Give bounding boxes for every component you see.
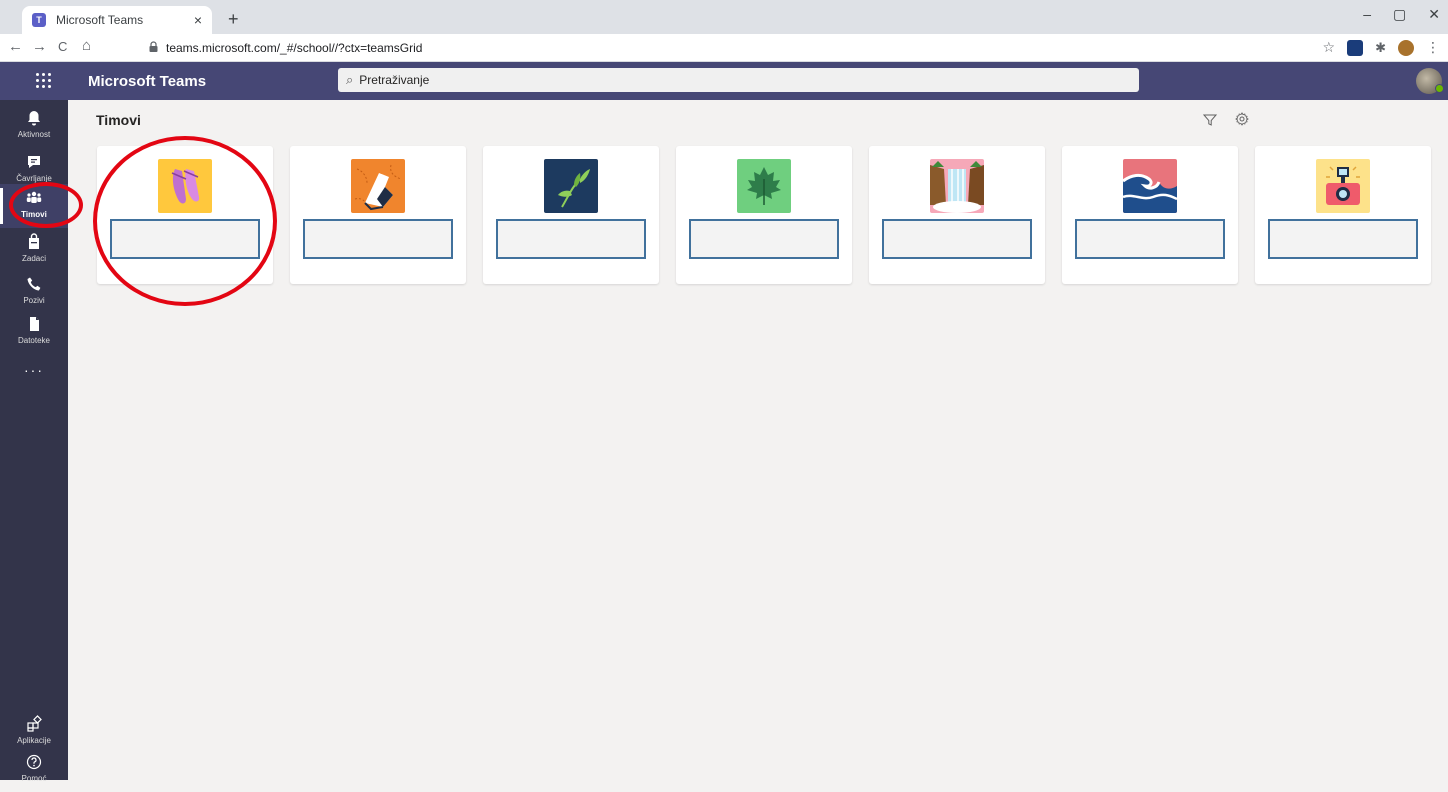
rail-item-label: Datoteke bbox=[17, 336, 51, 345]
app-title: Microsoft Teams bbox=[88, 73, 207, 90]
search-box[interactable]: ⌕ bbox=[338, 68, 1139, 92]
sneaker-icon bbox=[351, 159, 405, 213]
leaves-icon bbox=[544, 159, 598, 213]
gear-icon[interactable] bbox=[1235, 112, 1249, 126]
team-name bbox=[496, 219, 646, 259]
team-card[interactable] bbox=[1062, 146, 1238, 284]
home-button[interactable]: ⌂ bbox=[82, 37, 91, 54]
filter-icon[interactable] bbox=[1203, 113, 1217, 127]
phone-icon bbox=[27, 277, 41, 291]
rail-item-label: Aplikacije bbox=[17, 736, 51, 745]
address-bar[interactable]: teams.microsoft.com/_#/school//?ctx=team… bbox=[166, 41, 422, 55]
wave-icon bbox=[1123, 159, 1177, 213]
puzzle-icon[interactable]: ✱ bbox=[1375, 40, 1386, 56]
minimize-button[interactable]: – bbox=[1363, 6, 1371, 23]
extension-icon[interactable] bbox=[1347, 39, 1364, 56]
search-input[interactable] bbox=[359, 73, 1060, 87]
browser-tab[interactable]: T Microsoft Teams × bbox=[22, 6, 212, 34]
team-card[interactable] bbox=[869, 146, 1045, 284]
search-icon: ⌕ bbox=[346, 72, 354, 87]
team-name bbox=[882, 219, 1032, 259]
waterfall-icon bbox=[930, 159, 984, 213]
team-card[interactable] bbox=[676, 146, 852, 284]
rail-item-help[interactable]: Pomoć bbox=[0, 748, 68, 792]
team-name bbox=[689, 219, 839, 259]
bell-icon bbox=[28, 111, 40, 126]
presence-badge bbox=[1435, 84, 1444, 93]
teams-header: Microsoft Teams ⌕ bbox=[0, 62, 1448, 100]
browser-toolbar: ← → C ⌂ teams.microsoft.com/_#/school//?… bbox=[0, 34, 1448, 62]
team-name bbox=[1075, 219, 1225, 259]
team-card[interactable] bbox=[1255, 146, 1431, 284]
team-name bbox=[1268, 219, 1418, 259]
team-card[interactable] bbox=[290, 146, 466, 284]
window-controls: – ▢ ✕ bbox=[1363, 6, 1440, 23]
teams-favicon-icon: T bbox=[32, 13, 46, 27]
maximize-button[interactable]: ▢ bbox=[1393, 6, 1406, 23]
profile-avatar[interactable] bbox=[1398, 39, 1414, 56]
page-title: Timovi bbox=[96, 112, 141, 128]
camera-icon bbox=[1316, 159, 1370, 213]
tab-title: Microsoft Teams bbox=[56, 13, 144, 27]
help-icon bbox=[26, 754, 42, 770]
maple-leaf-icon bbox=[737, 159, 791, 213]
new-tab-button[interactable]: + bbox=[228, 9, 239, 30]
reload-button[interactable]: C bbox=[58, 39, 67, 54]
rail-item-label: Pozivi bbox=[23, 296, 45, 305]
team-name bbox=[303, 219, 453, 259]
app-launcher-icon[interactable] bbox=[36, 73, 52, 89]
apps-icon bbox=[27, 715, 42, 732]
annotation-circle-teams-rail bbox=[9, 182, 83, 228]
chat-icon bbox=[28, 156, 40, 168]
more-apps-button[interactable]: ··· bbox=[0, 362, 68, 378]
rail-item-label: Zadaci bbox=[21, 254, 46, 263]
back-button[interactable]: ← bbox=[8, 38, 23, 55]
browser-menu-icon[interactable]: ⋮ bbox=[1426, 39, 1440, 56]
browser-tabstrip: T Microsoft Teams × + – ▢ ✕ bbox=[0, 0, 1448, 34]
file-icon bbox=[30, 317, 39, 331]
forward-button[interactable]: → bbox=[32, 38, 47, 55]
team-card[interactable] bbox=[483, 146, 659, 284]
rail-item-label: Pomoć bbox=[21, 774, 47, 783]
rail-item-files[interactable]: Datoteke bbox=[0, 310, 68, 354]
annotation-circle-first-team bbox=[93, 136, 277, 306]
lock-icon bbox=[149, 41, 158, 52]
bookmark-star-icon[interactable]: ☆ bbox=[1323, 39, 1336, 56]
tab-close-icon[interactable]: × bbox=[194, 12, 202, 28]
rail-item-assignments[interactable]: Zadaci bbox=[0, 228, 68, 272]
rail-item-activity[interactable]: Aktivnost bbox=[0, 104, 68, 148]
rail-item-calls[interactable]: Pozivi bbox=[0, 270, 68, 314]
assignments-icon bbox=[29, 233, 39, 249]
rail-item-label: Aktivnost bbox=[17, 130, 51, 139]
extension-area: ☆ ✱ ⋮ bbox=[1323, 39, 1440, 56]
window-close-button[interactable]: ✕ bbox=[1428, 6, 1440, 23]
